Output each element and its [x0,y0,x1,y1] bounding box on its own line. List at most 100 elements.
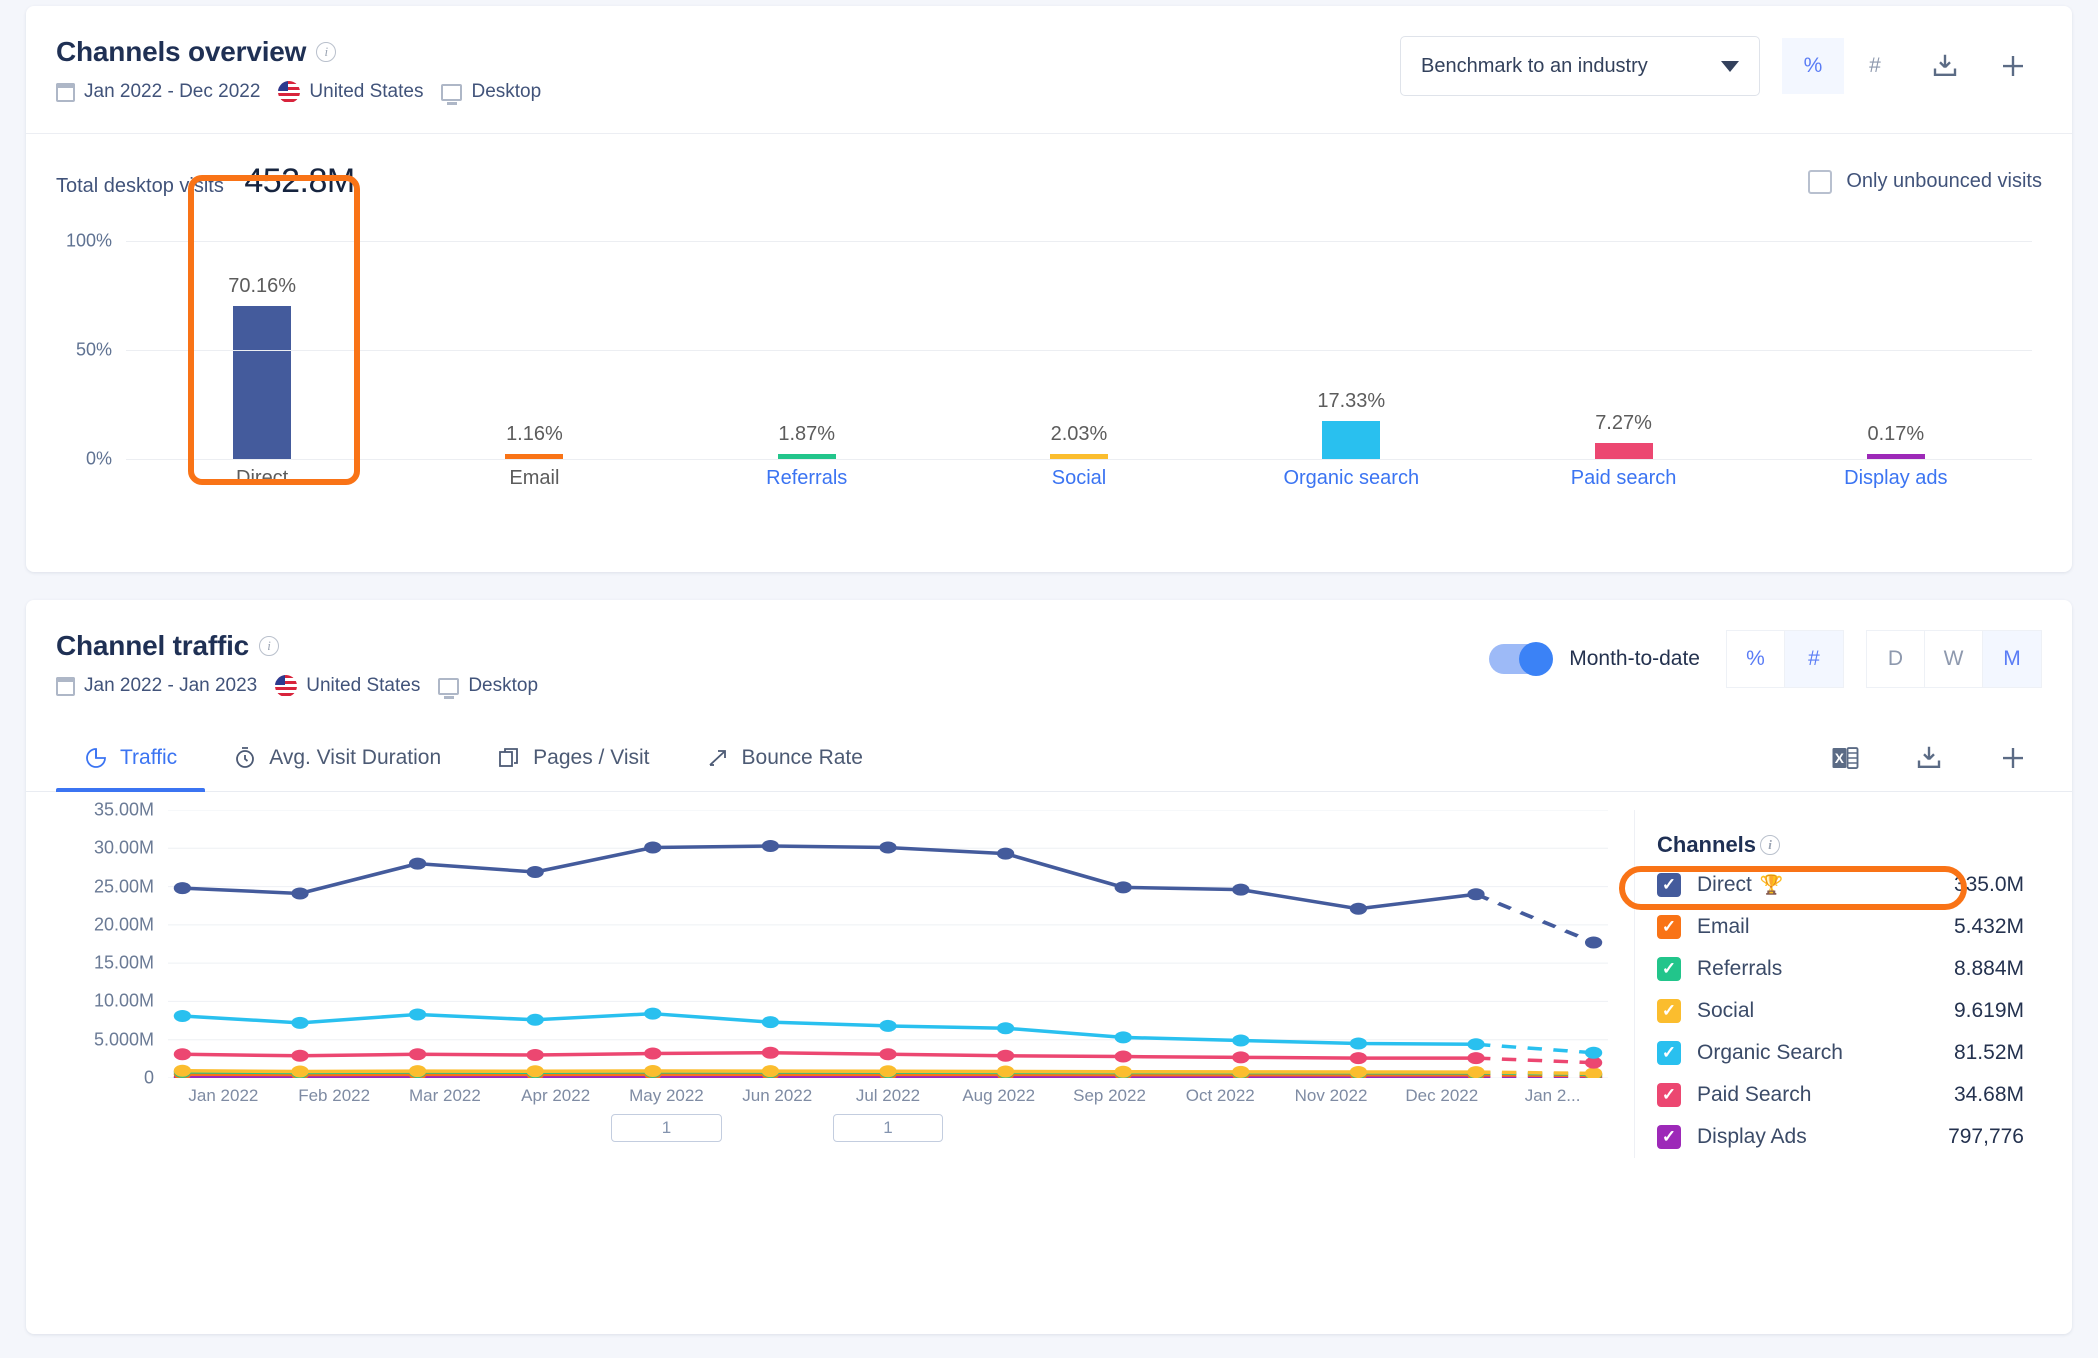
tab-avg-visit-duration[interactable]: Avg. Visit Duration [205,724,469,792]
data-point[interactable] [1350,1052,1367,1064]
bar-x-label[interactable]: Email [398,467,670,490]
data-point[interactable] [409,858,426,870]
data-point[interactable] [1115,1066,1132,1078]
data-point[interactable] [291,1050,308,1062]
add-button[interactable] [1984,730,2042,786]
traffic-unit-percent[interactable]: % [1727,631,1785,687]
data-point[interactable] [1585,936,1602,948]
legend-checkbox[interactable]: ✓ [1657,999,1681,1023]
device-filter[interactable]: Desktop [441,81,541,103]
legend-checkbox[interactable]: ✓ [1657,1125,1681,1149]
bar-rect[interactable] [1595,443,1653,459]
data-point[interactable] [291,887,308,899]
tab-traffic[interactable]: Traffic [56,724,205,792]
legend-checkbox[interactable]: ✓ [1657,957,1681,981]
data-point[interactable] [1115,1051,1132,1063]
bar-x-label[interactable]: Display ads [1760,467,2032,490]
data-point[interactable] [1232,1034,1249,1046]
data-point[interactable] [997,1050,1014,1062]
traffic-country-filter[interactable]: United States [275,675,420,697]
data-point[interactable] [1115,1031,1132,1043]
data-point[interactable] [527,1065,544,1077]
data-point[interactable] [174,882,191,894]
data-point[interactable] [174,1065,191,1077]
overview-unit-number[interactable]: # [1844,38,1906,94]
data-point[interactable] [644,1047,661,1059]
download-button[interactable] [1900,730,1958,786]
data-point[interactable] [879,1048,896,1060]
legend-checkbox[interactable]: ✓ [1657,1083,1681,1107]
legend-row[interactable]: ✓Organic Search81.52M [1645,1032,2042,1074]
legend-checkbox[interactable]: ✓ [1657,873,1681,897]
bar-rect[interactable] [1322,421,1380,459]
granularity-w[interactable]: W [1925,631,1983,687]
data-point[interactable] [762,1016,779,1028]
legend-row[interactable]: ✓Referrals8.884M [1645,948,2042,990]
date-range-filter[interactable]: Jan 2022 - Dec 2022 [56,81,260,103]
annotation-badge[interactable]: 1 [833,1114,944,1142]
data-point[interactable] [1350,1038,1367,1050]
bar-x-label[interactable]: Social [943,467,1215,490]
traffic-device-filter[interactable]: Desktop [438,675,538,697]
legend-row[interactable]: ✓Display Ads797,776 [1645,1116,2042,1158]
unbounced-checkbox-row[interactable]: Only unbounced visits [1808,170,2042,194]
overview-unit-percent[interactable]: % [1782,38,1844,94]
data-point[interactable] [409,1048,426,1060]
unbounced-checkbox[interactable] [1808,170,1832,194]
data-point[interactable] [1232,1051,1249,1063]
data-point[interactable] [409,1065,426,1077]
granularity-m[interactable]: M [1983,631,2041,687]
data-point[interactable] [1467,1052,1484,1064]
data-point[interactable] [997,848,1014,860]
data-point[interactable] [1467,888,1484,900]
data-point[interactable] [879,1065,896,1077]
info-icon[interactable]: i [259,636,279,656]
download-button[interactable] [1916,38,1974,94]
add-button[interactable] [1984,38,2042,94]
legend-row[interactable]: ✓Social9.619M [1645,990,2042,1032]
data-point[interactable] [879,842,896,854]
info-icon[interactable]: i [316,42,336,62]
data-point[interactable] [1115,881,1132,893]
data-point[interactable] [644,1008,661,1020]
bar-rect[interactable] [233,306,291,459]
data-point[interactable] [1467,1066,1484,1078]
bar-x-label[interactable]: Referrals [671,467,943,490]
legend-row[interactable]: ✓Direct🏆335.0M [1645,864,2042,906]
tab-bounce-rate[interactable]: Bounce Rate [678,724,891,792]
data-point[interactable] [762,840,779,852]
data-point[interactable] [997,1022,1014,1034]
info-icon[interactable]: i [1760,835,1780,855]
data-point[interactable] [1350,903,1367,915]
data-point[interactable] [409,1008,426,1020]
legend-row[interactable]: ✓Email5.432M [1645,906,2042,948]
granularity-d[interactable]: D [1867,631,1925,687]
data-point[interactable] [997,1065,1014,1077]
tab-pages-visit[interactable]: Pages / Visit [469,724,677,792]
legend-checkbox[interactable]: ✓ [1657,915,1681,939]
data-point[interactable] [527,1014,544,1026]
country-filter[interactable]: United States [278,81,423,103]
data-point[interactable] [644,1065,661,1077]
benchmark-select[interactable]: Benchmark to an industry [1400,36,1760,96]
data-point[interactable] [1467,1038,1484,1050]
data-point[interactable] [1350,1066,1367,1078]
annotation-badge[interactable]: 1 [611,1114,722,1142]
data-point[interactable] [1232,884,1249,896]
legend-row[interactable]: ✓Paid Search34.68M [1645,1074,2042,1116]
bar-x-label[interactable]: Organic search [1215,467,1487,490]
bar-x-label[interactable]: Paid search [1487,467,1759,490]
traffic-unit-number[interactable]: # [1785,631,1843,687]
month-to-date-toggle[interactable] [1489,644,1551,674]
data-point[interactable] [527,866,544,878]
data-point[interactable] [879,1020,896,1032]
excel-export-button[interactable]: X [1816,730,1874,786]
data-point[interactable] [1585,1047,1602,1059]
month-to-date-toggle-row[interactable]: Month-to-date [1489,644,1700,674]
data-point[interactable] [644,842,661,854]
traffic-date-range-filter[interactable]: Jan 2022 - Jan 2023 [56,675,257,697]
data-point[interactable] [291,1017,308,1029]
data-point[interactable] [174,1010,191,1022]
bar-x-label[interactable]: Direct [126,467,398,490]
data-point[interactable] [1585,1067,1602,1078]
